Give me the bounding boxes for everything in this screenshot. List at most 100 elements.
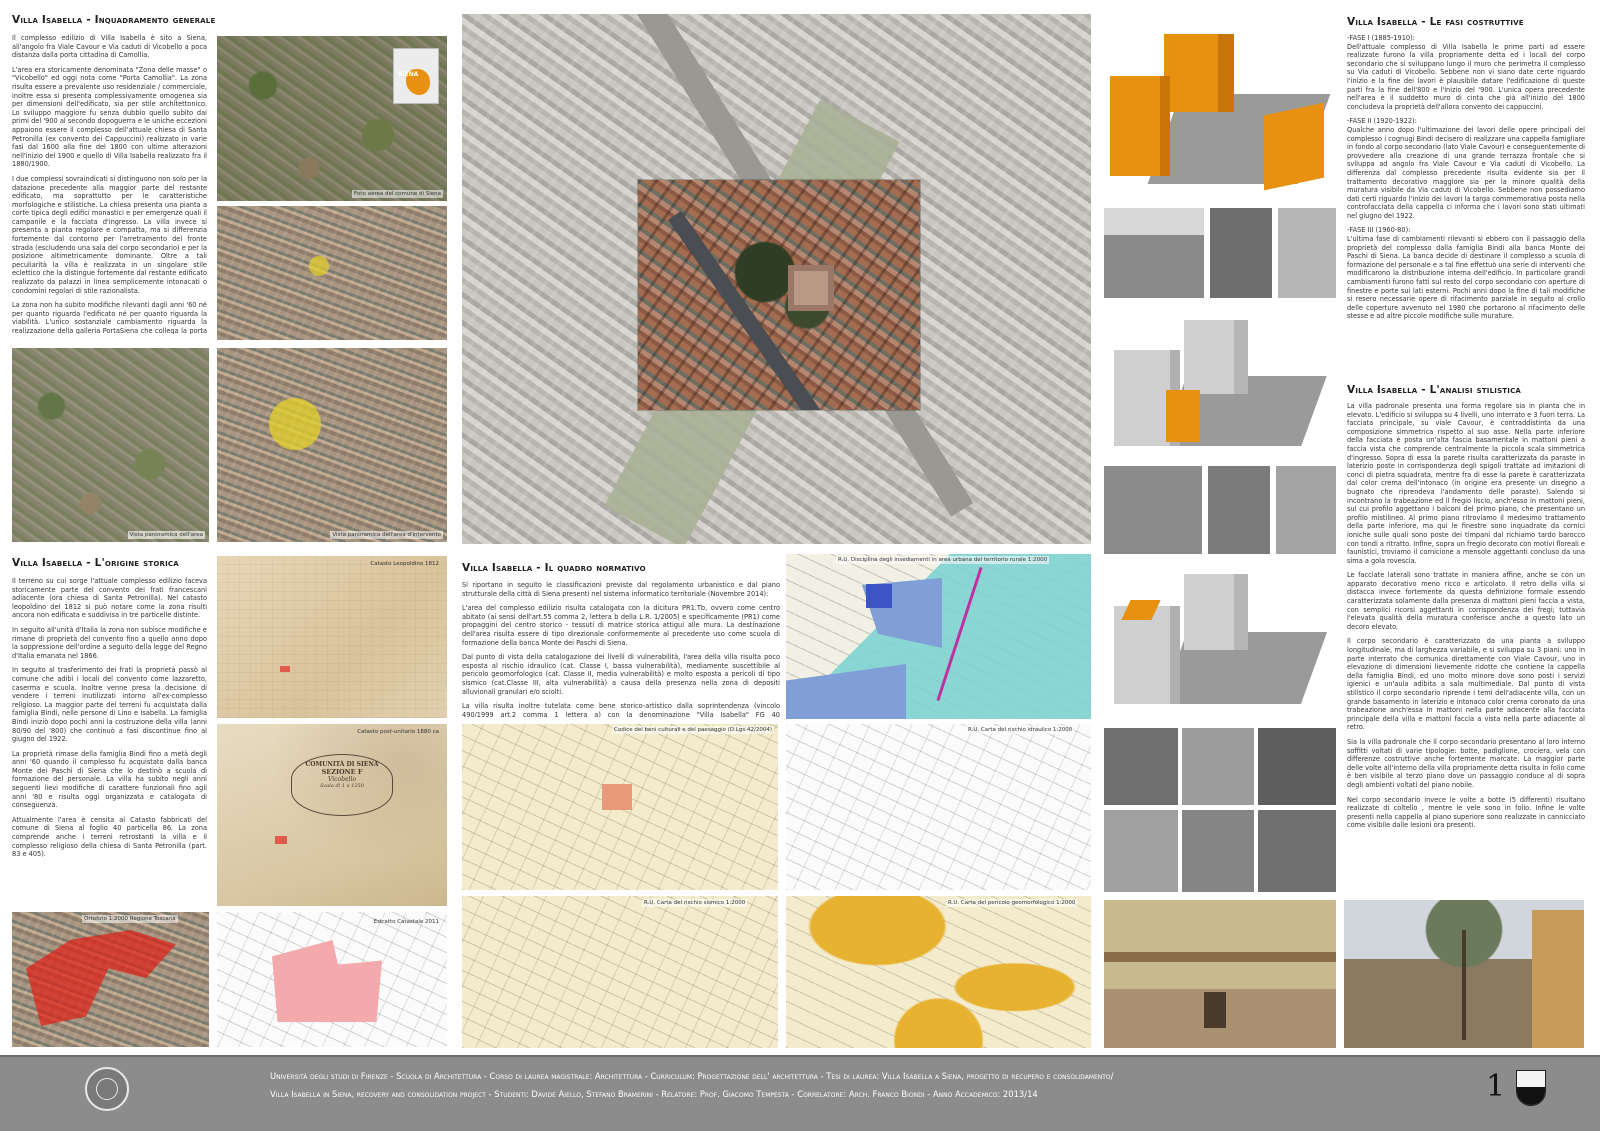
- detail-photo-3: [1276, 466, 1336, 554]
- map-rischio-sismico: R.U. Carta del rischio sismico 1:2000: [462, 896, 778, 1048]
- stamp-line: Vicobello: [328, 776, 356, 783]
- paragraph: Si riportano in seguito le classificazio…: [462, 581, 780, 598]
- footer-line-2: Villa Isabella in Siena, recovery and co…: [270, 1089, 1038, 1099]
- phase-heading: -FASE III (1960-80):: [1347, 226, 1411, 235]
- paragraph: L'area era storicamente denominata "Zona…: [12, 65, 207, 169]
- paragraph: Il terreno su cui sorge l'attuale comple…: [12, 577, 207, 620]
- phase-3: -FASE III (1960-80): L'ultima fase di cam…: [1347, 226, 1585, 321]
- map-estratto-catastale: Estratto Catastale 2011: [217, 912, 447, 1047]
- historic-photo-2: [1210, 208, 1272, 298]
- section-title-fasi: Villa Isabella - Le fasi costruttive: [1347, 16, 1524, 28]
- text-analisi: La villa padronale presenta una forma re…: [1347, 402, 1585, 890]
- phase-heading: -FASE II (1920-1922):: [1347, 117, 1417, 126]
- model-wall-orange: [1264, 102, 1324, 191]
- stamp-line: COMUNITÀ DI SIENA: [305, 761, 379, 768]
- stamp-line: Scala di 1 a 1250: [320, 783, 364, 789]
- zone-blue-lower: [786, 664, 906, 719]
- building-ochre: [1532, 910, 1584, 1048]
- footer-line-1: Università degli studi di Firenze - Scuo…: [270, 1071, 1114, 1081]
- detail-photo-2: [1208, 466, 1270, 554]
- door: [1204, 992, 1226, 1028]
- historic-photo-3: [1278, 208, 1336, 298]
- paragraph: L'area del complesso edilizio risulta ca…: [462, 604, 780, 647]
- aerial-photo-siena: SIENA Foto aerea del comune di Siena: [217, 36, 447, 201]
- site-highlight-red: [26, 930, 176, 1026]
- site-aerial-color-inset: [638, 180, 920, 410]
- paragraph: Il corpo secondario è caratterizzato da …: [1347, 637, 1585, 732]
- siena-map-inset: SIENA: [393, 48, 439, 104]
- paragraph: In seguito al trasferimento dei frati la…: [12, 666, 207, 744]
- catasto-stamp: COMUNITÀ DI SIENA SEZIONE F Vicobello Sc…: [291, 754, 393, 816]
- villa-courtyard-building: [788, 265, 834, 311]
- vault-photo-2: [1182, 728, 1254, 805]
- model-fase-3: [1104, 560, 1336, 720]
- map-pericolo-geomorfologico: R.U. Carta del pericolo geomorfologico 1…: [786, 896, 1091, 1048]
- zone-blue-dark: [866, 584, 892, 608]
- model-villa-orange: [1164, 34, 1234, 112]
- model-villa-gray: [1184, 574, 1248, 650]
- footer-bar: Università degli studi di Firenze - Scuo…: [0, 1055, 1600, 1131]
- parcel-highlight-red: [280, 666, 290, 672]
- map-ru-disciplina: R.U. Disciplina degli insediamenti in ar…: [786, 554, 1091, 719]
- paragraph: Nel corpo secondario invece le volte a b…: [1347, 795, 1585, 830]
- caption-aerial-1: Foto aerea del comune di Siena: [351, 190, 443, 198]
- vault-photo-6: [1258, 810, 1336, 892]
- detail-photo-1: [1104, 466, 1202, 554]
- parcel-highlight-red: [275, 836, 287, 844]
- siena-shield-icon: [1516, 1070, 1546, 1106]
- section-title-inquadramento: Villa Isabella - Inquadramento generale: [12, 14, 216, 26]
- map-beni-culturali: Codice dei beni culturali e del paesaggi…: [462, 724, 778, 890]
- phase-text: L'ultima fase di cambiamenti rilevanti s…: [1347, 235, 1585, 321]
- villa-facade-photo: [1104, 900, 1336, 1048]
- caption-map-beni: Codice dei beni culturali e del paesaggi…: [612, 726, 774, 734]
- model-fase-2: [1104, 306, 1336, 461]
- caption-map-geo: R.U. Carta del pericolo geomorfologico 1…: [946, 899, 1078, 907]
- shield-bottom-black: [1517, 1087, 1545, 1105]
- caption-map-sismico: R.U. Carta del rischio sismico 1:2000: [642, 899, 748, 907]
- historic-photo-1: [1104, 208, 1204, 298]
- text-origine: Il terreno su cui sorge l'attuale comple…: [12, 577, 207, 907]
- phase-heading: -FASE I (1885-1910):: [1347, 34, 1415, 42]
- phase-1: -FASE I (1885-1910): Dell'attuale comples…: [1347, 34, 1585, 111]
- paragraph: La villa risulta inoltre tutelata come b…: [462, 702, 780, 717]
- caption-map-idraulico: R.U. Carta del rischio idraulico 1:2000: [966, 726, 1075, 734]
- model-villa-gray: [1184, 320, 1248, 394]
- orthophoto-site: Ortofoto 1:2000 Regione Toscana: [12, 912, 209, 1047]
- phase-text: Qualche anno dopo l'ultimazione dei lavo…: [1347, 125, 1585, 220]
- site-highlight-circle-large: [269, 398, 321, 450]
- phase-2: -FASE II (1920-1922): Qualche anno dopo l…: [1347, 117, 1585, 220]
- caption-aerial-5: Vista panoramica dell'area d'intervento: [330, 531, 443, 539]
- university-seal-icon: [85, 1067, 129, 1111]
- section-title-normativo: Villa Isabella - Il quadro normativo: [462, 562, 646, 574]
- aerial-photo-area: [217, 206, 447, 340]
- paragraph: Dal punto di vista della catalogazione d…: [462, 653, 780, 696]
- caption-map-3: Estratto Catastale 2011: [373, 919, 439, 925]
- central-aerial-map: [462, 14, 1091, 544]
- paragraph: Il complesso edilizio di Villa Isabella …: [12, 34, 207, 60]
- tree-trunk: [1462, 930, 1466, 1040]
- paragraph: La zona non ha subito modifiche rilevant…: [12, 301, 207, 334]
- section-title-origine: Villa Isabella - L'origine storica: [12, 557, 179, 569]
- text-normativo: Si riportano in seguito le classificazio…: [462, 581, 780, 717]
- paragraph: In seguito all'unità d'Italia la zona no…: [12, 625, 207, 660]
- phase-text: Dell'attuale complesso di Villa Isabella…: [1347, 42, 1585, 111]
- caption-aerial-4: Vista panoramica dell'area: [127, 531, 205, 539]
- vault-photo-1: [1104, 728, 1178, 805]
- caption-map-1: Catasto Leopoldino 1812: [370, 561, 439, 567]
- map-catasto-postunitario: Catasto post-unitario 1880 ca COMUNITÀ D…: [217, 724, 447, 906]
- paragraph: La proprietà rimase della famiglia Bindi…: [12, 749, 207, 810]
- university-seal-inner: [96, 1078, 118, 1100]
- section-title-analisi: Villa Isabella - L'analisi stilistica: [1347, 384, 1522, 396]
- map-catasto-leopoldino: Catasto Leopoldino 1812: [217, 556, 447, 718]
- aerial-photo-intervention: Vista panoramica dell'area d'intervento: [217, 348, 447, 542]
- garden-tree-photo: [1344, 900, 1584, 1048]
- zone-magenta-line: [936, 566, 983, 702]
- shield-top-white: [1517, 1071, 1545, 1087]
- site-highlight-circle: [309, 256, 329, 276]
- page-number: 1: [1486, 1069, 1506, 1104]
- model-wing-gray: [1114, 606, 1180, 704]
- model-fase-1: [1104, 14, 1336, 199]
- balcony-band: [1104, 952, 1336, 962]
- model-chapel-orange: [1166, 390, 1200, 442]
- vault-photo-4: [1104, 810, 1178, 892]
